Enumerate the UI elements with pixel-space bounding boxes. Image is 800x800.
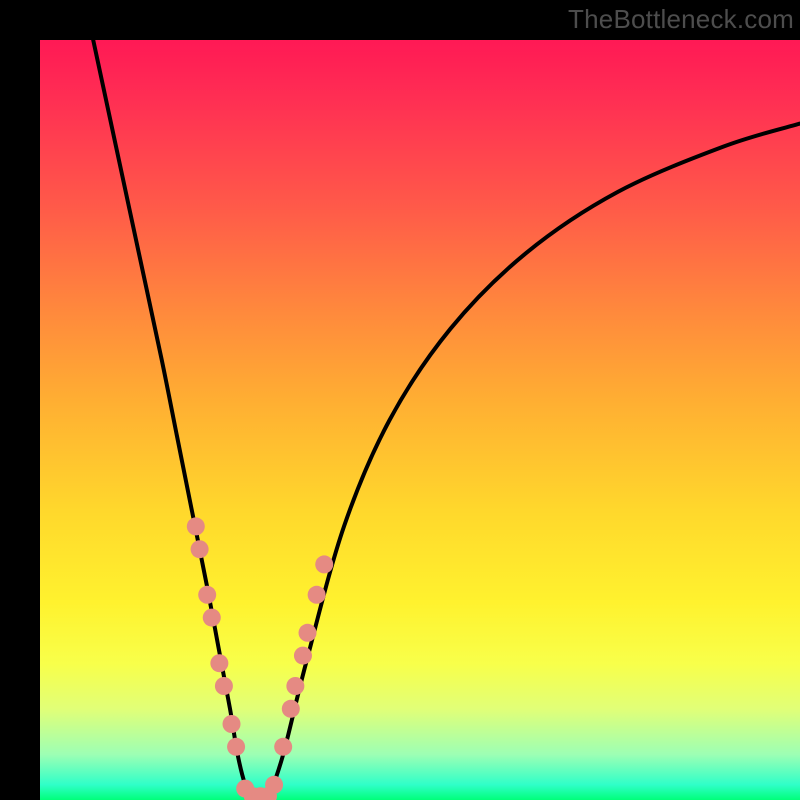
curve-right-curve: [268, 124, 800, 800]
marker-point: [187, 517, 205, 535]
chart-svg: [40, 40, 800, 800]
marker-point: [198, 586, 216, 604]
marker-point: [299, 624, 317, 642]
marker-point: [203, 609, 221, 627]
marker-point: [223, 715, 241, 733]
marker-layer: [187, 517, 333, 800]
marker-point: [282, 700, 300, 718]
marker-point: [274, 738, 292, 756]
curve-layer: [93, 40, 800, 800]
marker-point: [308, 586, 326, 604]
chart-frame: TheBottleneck.com: [0, 0, 800, 800]
marker-point: [215, 677, 233, 695]
marker-point: [191, 540, 209, 558]
marker-point: [294, 647, 312, 665]
marker-point: [265, 776, 283, 794]
marker-point: [315, 555, 333, 573]
marker-point: [227, 738, 245, 756]
plot-area: [40, 40, 800, 800]
watermark-label: TheBottleneck.com: [568, 4, 794, 35]
marker-point: [210, 654, 228, 672]
marker-point: [286, 677, 304, 695]
